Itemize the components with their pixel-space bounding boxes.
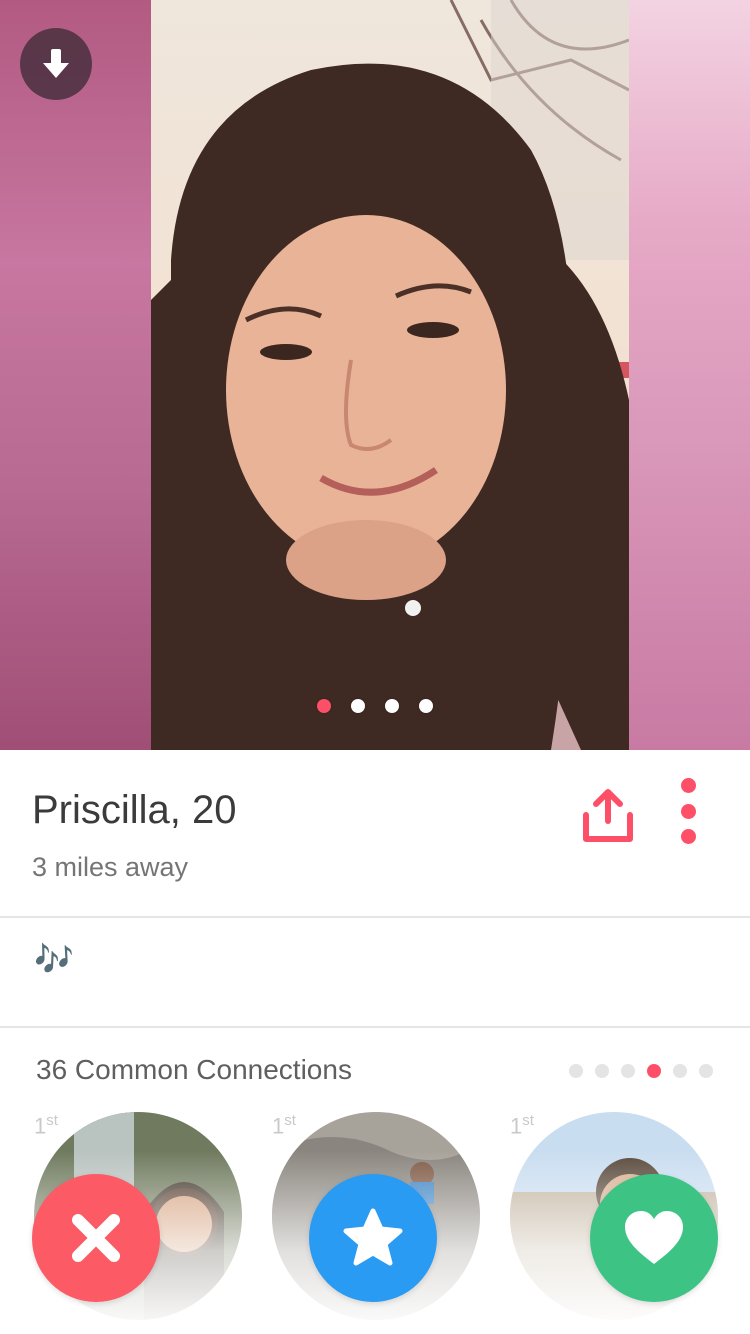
share-icon: [583, 789, 633, 842]
star-icon: [343, 1208, 403, 1266]
photo-dot[interactable]: [317, 699, 331, 713]
connections-page-dot[interactable]: [595, 1064, 609, 1078]
profile-photo[interactable]: [151, 0, 629, 750]
photo-blur-right: [629, 0, 750, 750]
photo-blur-left: [0, 0, 151, 750]
profile-photo-illustration: [151, 0, 629, 750]
superlike-button[interactable]: [309, 1174, 437, 1302]
like-button[interactable]: [590, 1174, 718, 1302]
nope-button[interactable]: [32, 1174, 160, 1302]
connections-page-dot[interactable]: [647, 1064, 661, 1078]
vertical-ellipsis-icon-dot: [680, 803, 696, 819]
profile-distance: 3 miles away: [32, 852, 189, 882]
connections-page-dot[interactable]: [621, 1064, 635, 1078]
connections-page-dot[interactable]: [699, 1064, 713, 1078]
download-button[interactable]: [20, 28, 92, 100]
vertical-ellipsis-icon-dot: [680, 778, 696, 793]
photo-dot[interactable]: [351, 699, 365, 713]
profile-name-age: Priscilla, 20: [32, 788, 237, 832]
connection-degree: 1st: [34, 1112, 58, 1139]
x-icon: [72, 1214, 120, 1262]
profile-photo-area[interactable]: [0, 0, 750, 750]
heart-icon: [625, 1211, 683, 1264]
profile-info: Priscilla, 20 3 miles away: [0, 750, 750, 916]
divider: [0, 916, 750, 918]
photo-dot[interactable]: [419, 699, 433, 713]
connections-pagination: [569, 1064, 713, 1078]
vertical-ellipsis-icon-dot: [680, 829, 696, 844]
more-options-button[interactable]: [668, 778, 708, 844]
connections-page-dot[interactable]: [569, 1064, 583, 1078]
common-connections-title: 36 Common Connections: [36, 1054, 352, 1085]
divider: [0, 1026, 750, 1028]
connections-page-dot[interactable]: [673, 1064, 687, 1078]
photo-dot[interactable]: [385, 699, 399, 713]
arrow-down-icon: [43, 49, 69, 78]
share-button[interactable]: [578, 788, 638, 844]
connection-degree: 1st: [272, 1112, 296, 1139]
connection-degree: 1st: [510, 1112, 534, 1139]
photo-pagination: [0, 699, 750, 713]
profile-bio: 🎶: [34, 940, 74, 978]
